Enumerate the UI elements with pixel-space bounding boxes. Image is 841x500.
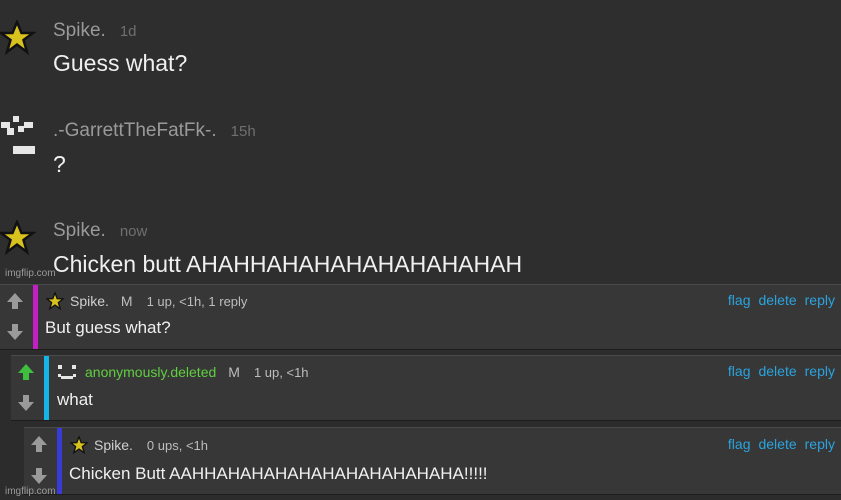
delete-link[interactable]: delete [758, 436, 796, 452]
comment-actions: flag delete reply [728, 292, 835, 308]
arrow-down-icon [18, 395, 34, 411]
pixel-face-icon [58, 365, 76, 379]
comment-header: Spike. M 1 up, <1h, 1 reply [46, 292, 247, 310]
star-icon [70, 436, 88, 454]
chat-text: Guess what? [53, 50, 188, 76]
arrow-up-icon [31, 436, 47, 452]
imgflip-watermark: imgflip.com [5, 268, 56, 279]
chat-text: Chicken butt AHAHHAHAHAHAHAHAHAHAH [53, 251, 523, 277]
comment-header: Spike. 0 ups, <1h [70, 436, 208, 454]
comment-meta: 1 up, <1h [253, 364, 309, 380]
thread-accent-bar [33, 285, 38, 349]
thread-accent-bar [44, 356, 49, 420]
downvote-button[interactable] [4, 321, 26, 343]
chat-timestamp: 15h [230, 123, 256, 140]
vote-column [0, 285, 28, 349]
downvote-button[interactable] [15, 392, 37, 414]
arrow-up-icon [7, 293, 23, 309]
comment-meta: 0 ups, <1h [146, 437, 208, 453]
upvote-button[interactable] [4, 290, 26, 312]
comment: Spike. 0 ups, <1h flag delete reply Chic… [24, 427, 841, 495]
comment-meta: 1 up, <1h, 1 reply [146, 293, 248, 309]
comment: anonymously.deleted M 1 up, <1h flag del… [11, 355, 841, 421]
delete-link[interactable]: delete [758, 292, 796, 308]
delete-link[interactable]: delete [758, 363, 796, 379]
thread-accent-bar [57, 428, 62, 494]
arrow-down-icon [7, 324, 23, 340]
reply-link[interactable]: reply [805, 363, 835, 379]
star-icon [46, 292, 64, 310]
vote-column [11, 356, 39, 420]
reply-link[interactable]: reply [805, 436, 835, 452]
imgflip-watermark: imgflip.com [5, 486, 56, 497]
comment: Spike. M 1 up, <1h, 1 reply flag delete … [0, 284, 841, 350]
comment-text: what [57, 390, 93, 409]
flag-link[interactable]: flag [728, 436, 751, 452]
chat-text: ? [53, 151, 66, 177]
chat-timestamp: 1d [119, 23, 137, 40]
reply-link[interactable]: reply [805, 292, 835, 308]
upvote-button[interactable] [15, 361, 37, 383]
comment-actions: flag delete reply [728, 363, 835, 379]
mod-badge: M [228, 364, 240, 380]
star-icon [0, 220, 37, 256]
comment-actions: flag delete reply [728, 436, 835, 452]
arrow-up-icon [18, 364, 34, 380]
chat-username[interactable]: Spike. 1d [53, 20, 137, 42]
pixel-face-icon [1, 116, 35, 154]
comment-text: Chicken Butt AAHHAHAHAHAHAHAHAHAHAHAHA!!… [69, 464, 488, 483]
comment-header: anonymously.deleted M 1 up, <1h [57, 363, 309, 381]
chat-log: Spike. 1d Guess what? .-GarrettTheFatFk-.… [0, 0, 841, 285]
star-icon [0, 20, 37, 56]
comment-username[interactable]: Spike. [70, 293, 109, 309]
vote-column [24, 428, 52, 494]
downvote-button[interactable] [28, 465, 50, 487]
chat-timestamp: now [119, 223, 148, 240]
chat-username[interactable]: .-GarrettTheFatFk-. 15h [53, 120, 256, 142]
comment-text: But guess what? [45, 318, 171, 337]
mod-badge: M [120, 293, 133, 309]
arrow-down-icon [31, 468, 47, 484]
comment-username[interactable]: Spike. [94, 437, 133, 453]
flag-link[interactable]: flag [728, 292, 751, 308]
upvote-button[interactable] [28, 433, 50, 455]
comment-username[interactable]: anonymously.deleted [85, 364, 216, 380]
flag-link[interactable]: flag [728, 363, 751, 379]
chat-username[interactable]: Spike. now [53, 220, 147, 242]
